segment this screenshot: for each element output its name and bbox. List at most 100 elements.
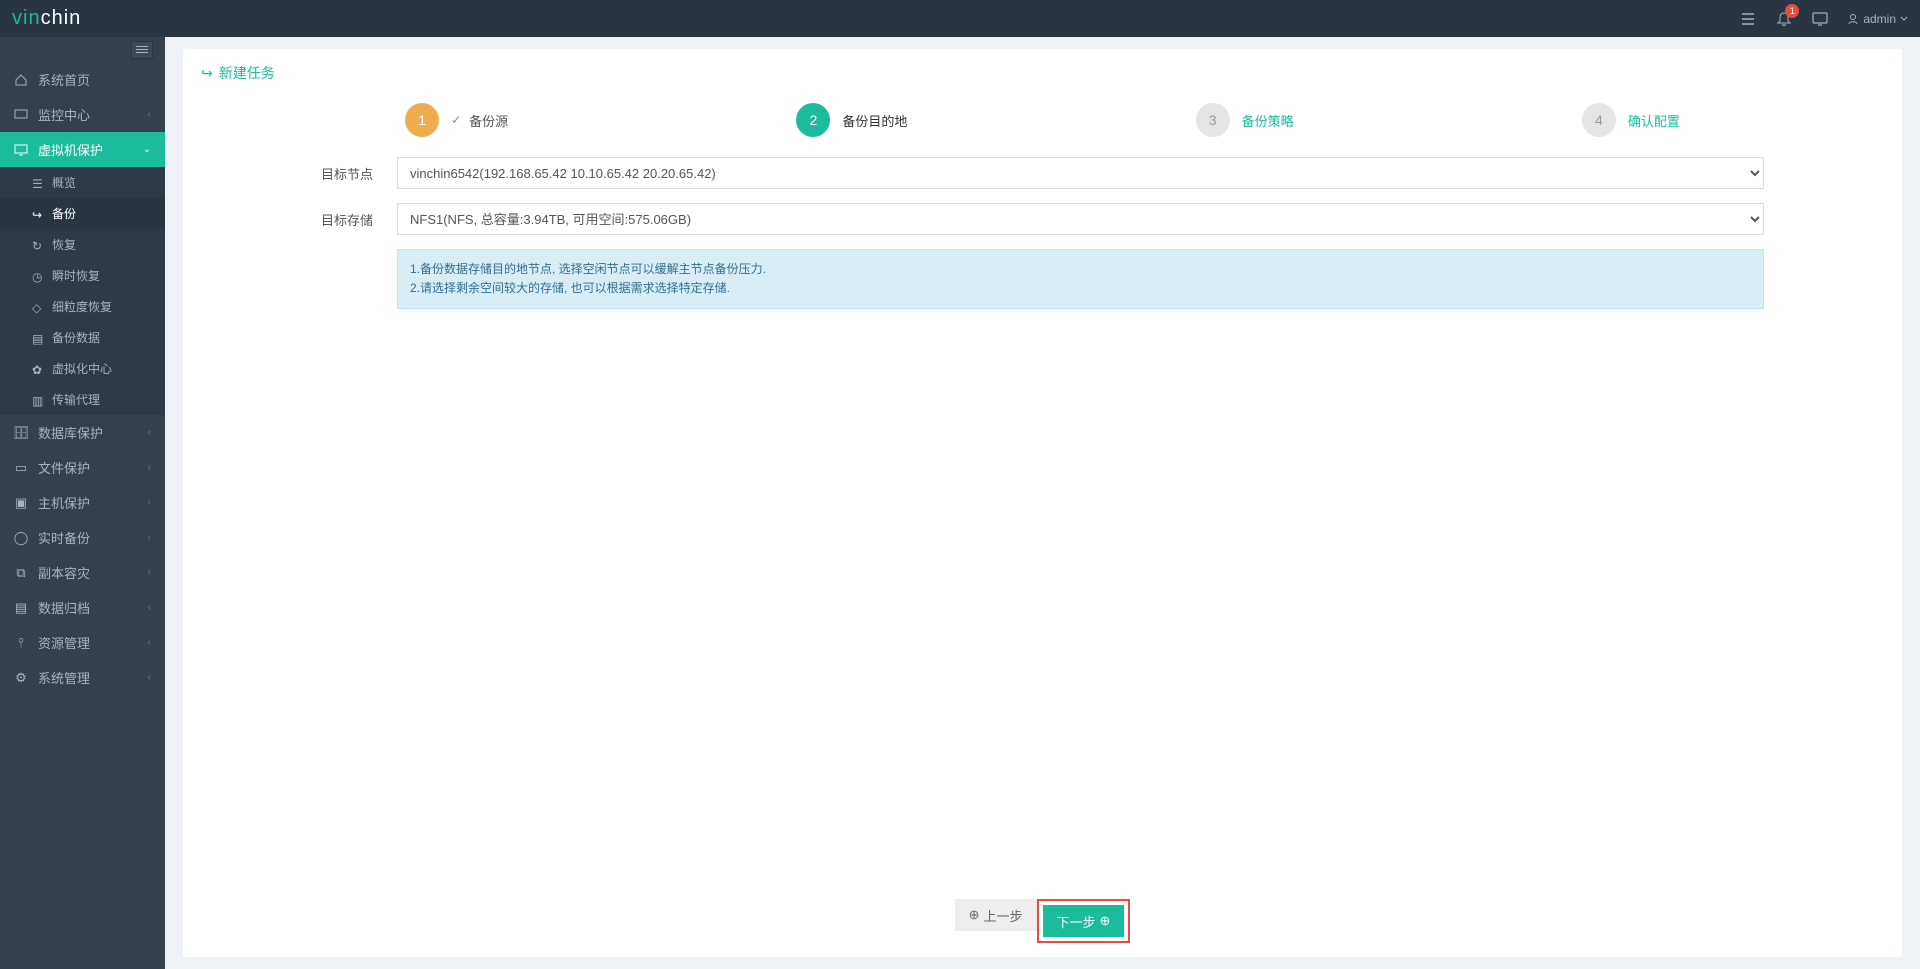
panel: ↪ 新建任务 1 ✓ 备份源 2 备份目的地 3 备份策略 <box>183 49 1902 957</box>
arrow-right-icon: ⊕ <box>1100 913 1111 929</box>
panel-title: ↪ 新建任务 <box>201 63 1884 83</box>
target-storage-label: 目标存储 <box>321 210 397 229</box>
database-icon: ▤ <box>32 332 44 344</box>
prev-label: 上一步 <box>983 906 1022 925</box>
chevron-left-icon: ‹ <box>148 532 151 543</box>
step-1[interactable]: 1 ✓ 备份源 <box>405 103 508 137</box>
sidebar: 系统首页 监控中心 ‹ 虚拟机保护 ⌄ ☰ 概览 ↪ 备份 ↻ 恢复 ◷ 瞬时恢… <box>0 37 165 969</box>
sub-label: 瞬时恢复 <box>52 267 100 284</box>
copy-icon: ⧉ <box>14 566 28 580</box>
gear-icon: ✿ <box>32 363 44 375</box>
chevron-down-icon: ⌄ <box>143 144 151 155</box>
chevron-left-icon: ‹ <box>148 567 151 578</box>
form-area: 目标节点 vinchin6542(192.168.65.42 10.10.65.… <box>201 157 1884 309</box>
nav-label: 监控中心 <box>38 105 90 124</box>
share-icon: ↪ <box>201 65 213 82</box>
nav-monitor[interactable]: 监控中心 ‹ <box>0 97 165 132</box>
nav-resource[interactable]: ⫯ 资源管理 ‹ <box>0 625 165 660</box>
monitor-icon[interactable] <box>1811 10 1829 28</box>
nav-label: 虚拟机保护 <box>38 140 103 159</box>
sub-virt-center[interactable]: ✿ 虚拟化中心 <box>0 353 165 384</box>
topbar: vinchin 1 admin <box>0 0 1920 37</box>
cube-icon: ◇ <box>32 301 44 313</box>
sub-label: 虚拟化中心 <box>52 360 112 377</box>
sub-overview[interactable]: ☰ 概览 <box>0 167 165 198</box>
nav-home[interactable]: 系统首页 <box>0 62 165 97</box>
step-number: 4 <box>1582 103 1616 137</box>
sub-label: 细粒度恢复 <box>52 298 112 315</box>
sub-label: 备份数据 <box>52 329 100 346</box>
sub-label: 备份 <box>52 205 76 222</box>
nav-label: 文件保护 <box>38 458 90 477</box>
chevron-left-icon: ‹ <box>148 602 151 613</box>
archive-icon: ▤ <box>14 601 28 615</box>
chevron-left-icon: ‹ <box>148 427 151 438</box>
chevron-left-icon: ‹ <box>148 497 151 508</box>
nav-label: 系统首页 <box>38 70 90 89</box>
info-box: 1.备份数据存储目的地节点, 选择空闲节点可以缓解主节点备份压力. 2.请选择剩… <box>397 249 1764 309</box>
step-label: 备份策略 <box>1242 111 1294 130</box>
nav-db-protect[interactable]: 🗄 数据库保护 ‹ <box>0 415 165 450</box>
display-icon <box>14 143 28 157</box>
bell-icon[interactable]: 1 <box>1775 10 1793 28</box>
logo-suffix: chin <box>41 7 82 29</box>
topbar-right: 1 admin <box>1739 10 1908 28</box>
nav-label: 实时备份 <box>38 528 90 547</box>
nav-realtime[interactable]: ◯ 实时备份 ‹ <box>0 520 165 555</box>
sub-proxy[interactable]: ▥ 传输代理 <box>0 384 165 415</box>
sidebar-toggle-area <box>0 37 165 62</box>
nav-label: 主机保护 <box>38 493 90 512</box>
highlight-next: 下一步 ⊕ <box>1037 899 1131 943</box>
notif-badge: 1 <box>1785 4 1799 18</box>
host-icon: ▣ <box>14 496 28 510</box>
target-storage-select[interactable]: NFS1(NFS, 总容量:3.94TB, 可用空间:575.06GB) <box>397 203 1764 235</box>
wizard-steps: 1 ✓ 备份源 2 备份目的地 3 备份策略 4 确认配置 <box>201 93 1884 157</box>
shield-icon: ◯ <box>14 531 28 545</box>
form-row-target-storage: 目标存储 NFS1(NFS, 总容量:3.94TB, 可用空间:575.06GB… <box>321 203 1764 235</box>
username: admin <box>1863 12 1896 26</box>
sub-instant[interactable]: ◷ 瞬时恢复 <box>0 260 165 291</box>
nav-label: 系统管理 <box>38 668 90 687</box>
step-label: 备份目的地 <box>842 111 907 130</box>
sidebar-toggle-button[interactable] <box>131 41 153 59</box>
form-row-target-node: 目标节点 vinchin6542(192.168.65.42 10.10.65.… <box>321 157 1764 189</box>
sub-data[interactable]: ▤ 备份数据 <box>0 322 165 353</box>
nav-system[interactable]: ⚙ 系统管理 ‹ <box>0 660 165 695</box>
target-node-select[interactable]: vinchin6542(192.168.65.42 10.10.65.42 20… <box>397 157 1764 189</box>
nav-vm-protect[interactable]: 虚拟机保护 ⌄ <box>0 132 165 167</box>
target-node-label: 目标节点 <box>321 164 397 183</box>
step-label: 确认配置 <box>1628 111 1680 130</box>
list-icon[interactable] <box>1739 10 1757 28</box>
nav-label: 数据归档 <box>38 598 90 617</box>
next-button[interactable]: 下一步 ⊕ <box>1043 905 1125 937</box>
sub-label: 恢复 <box>52 236 76 253</box>
panel-title-text: 新建任务 <box>219 63 275 83</box>
nav-archive[interactable]: ▤ 数据归档 ‹ <box>0 590 165 625</box>
sub-backup[interactable]: ↪ 备份 <box>0 198 165 229</box>
step-4[interactable]: 4 确认配置 <box>1582 103 1680 137</box>
sub-label: 概览 <box>52 174 76 191</box>
info-line: 2.请选择剩余空间较大的存储, 也可以根据需求选择特定存储. <box>410 279 1751 298</box>
arrow-left-icon: ⊕ <box>969 907 980 923</box>
nav-label: 资源管理 <box>38 633 90 652</box>
chart-icon: ⫯ <box>14 636 28 650</box>
list-icon: ☰ <box>32 177 44 189</box>
chevron-left-icon: ‹ <box>148 637 151 648</box>
nav-replica[interactable]: ⧉ 副本容灾 ‹ <box>0 555 165 590</box>
user-icon <box>1847 13 1859 25</box>
nav-host-protect[interactable]: ▣ 主机保护 ‹ <box>0 485 165 520</box>
nav-file-protect[interactable]: ▭ 文件保护 ‹ <box>0 450 165 485</box>
step-2[interactable]: 2 备份目的地 <box>796 103 907 137</box>
refresh-icon: ↻ <box>32 239 44 251</box>
file-icon: ▭ <box>14 461 28 475</box>
sub-restore[interactable]: ↻ 恢复 <box>0 229 165 260</box>
user-dropdown[interactable]: admin <box>1847 12 1908 26</box>
step-3[interactable]: 3 备份策略 <box>1196 103 1294 137</box>
step-number: 3 <box>1196 103 1230 137</box>
prev-button[interactable]: ⊕ 上一步 <box>955 899 1037 931</box>
info-line: 1.备份数据存储目的地节点, 选择空闲节点可以缓解主节点备份压力. <box>410 260 1751 279</box>
step-number: 1 <box>405 103 439 137</box>
logo: vinchin <box>12 7 81 30</box>
nav-label: 数据库保护 <box>38 423 103 442</box>
sub-granular[interactable]: ◇ 细粒度恢复 <box>0 291 165 322</box>
